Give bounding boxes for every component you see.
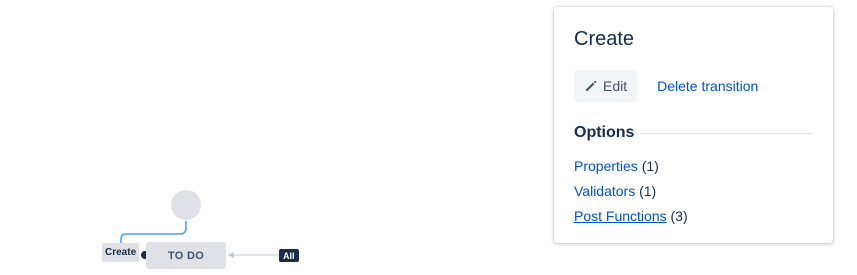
all-transition-badge[interactable]: All	[279, 249, 299, 262]
all-transition-arrowhead	[228, 252, 234, 258]
post-functions-count: (3)	[670, 208, 688, 224]
edit-button-label: Edit	[603, 78, 628, 94]
properties-count: (1)	[641, 158, 659, 174]
create-transition-label[interactable]: Create	[102, 243, 140, 262]
option-item-validators: Validators (1)	[574, 179, 813, 204]
pencil-icon	[584, 79, 598, 93]
options-list: Properties (1) Validators (1) Post Funct…	[574, 154, 813, 229]
option-item-post-functions: Post Functions (3)	[574, 204, 813, 229]
options-header: Options	[574, 124, 813, 142]
validators-count: (1)	[639, 183, 657, 199]
panel-actions: Edit Delete transition	[574, 70, 813, 102]
delete-transition-link[interactable]: Delete transition	[657, 78, 758, 94]
transition-panel: Create Edit Delete transition Options Pr…	[554, 7, 833, 243]
create-transition-line[interactable]	[120, 221, 187, 243]
workflow-canvas: Create TO DO All Create Edit Delete tran…	[0, 0, 857, 275]
option-item-properties: Properties (1)	[574, 154, 813, 179]
options-divider	[640, 132, 813, 134]
workflow-diagram: Create TO DO All	[0, 0, 540, 275]
edit-button[interactable]: Edit	[574, 70, 638, 102]
start-node[interactable]	[171, 190, 201, 220]
validators-link[interactable]: Validators	[574, 183, 635, 199]
options-title: Options	[574, 124, 635, 141]
diagram-connectors	[120, 221, 279, 258]
properties-link[interactable]: Properties	[574, 158, 638, 174]
panel-title: Create	[574, 28, 635, 50]
post-functions-link[interactable]: Post Functions	[574, 208, 667, 224]
status-node-todo[interactable]: TO DO	[146, 242, 226, 269]
